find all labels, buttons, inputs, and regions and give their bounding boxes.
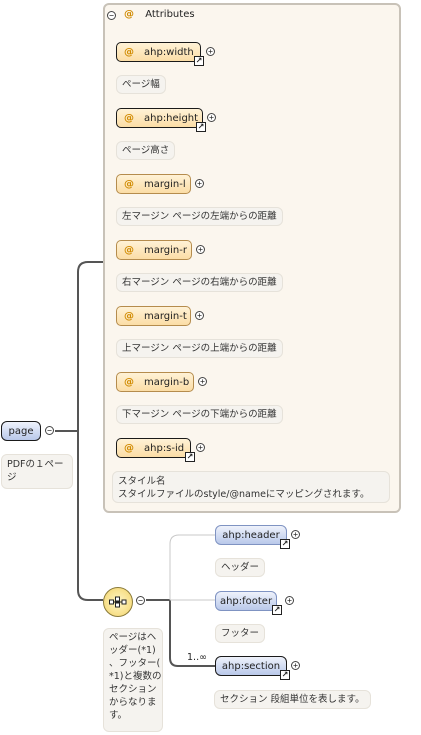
attribute-description: ページ幅: [116, 75, 166, 94]
reference-arrow-icon: ↗: [185, 452, 195, 462]
attribute-description: 上マージン ページの上端からの距離: [116, 339, 283, 358]
attribute-margin-l[interactable]: @ margin-l: [116, 174, 191, 194]
attributes-title: @ Attributes: [124, 9, 195, 20]
plus-circle-icon[interactable]: +: [291, 661, 300, 670]
element-page[interactable]: page: [1, 421, 41, 441]
reference-arrow-icon: ↗: [280, 539, 290, 549]
attribute-icon: @: [124, 442, 134, 454]
attribute-ahp-height[interactable]: @ ahp:height: [116, 108, 203, 128]
plus-circle-icon[interactable]: +: [195, 311, 204, 320]
element-ahp-section[interactable]: ahp:section: [215, 656, 287, 676]
attribute-icon: @: [124, 376, 134, 388]
minus-circle-icon[interactable]: −: [107, 11, 116, 20]
attribute-icon: @: [124, 46, 134, 58]
plus-circle-icon[interactable]: +: [195, 179, 204, 188]
plus-circle-icon[interactable]: +: [291, 530, 300, 539]
sequence-compositor-icon[interactable]: [103, 587, 133, 617]
reference-arrow-icon: ↗: [272, 605, 282, 615]
plus-circle-icon[interactable]: +: [206, 47, 215, 56]
attribute-ahp-width[interactable]: @ ahp:width: [116, 42, 201, 62]
attributes-label: Attributes: [145, 9, 195, 20]
plus-circle-icon[interactable]: +: [196, 245, 205, 254]
attribute-description: 下マージン ページの下端からの距離: [116, 405, 283, 424]
attribute-icon: @: [124, 310, 134, 322]
element-description: PDFの１ペー ジ: [1, 454, 73, 489]
element-ahp-header[interactable]: ahp:header: [215, 525, 287, 545]
reference-arrow-icon: ↗: [196, 122, 206, 132]
element-description: ヘッダー: [215, 558, 266, 577]
element-description: フッター: [215, 624, 266, 643]
attribute-description: 左マージン ページの左端からの距離: [116, 207, 283, 226]
attribute-ahp-s-id[interactable]: @ ahp:s-id: [116, 438, 191, 458]
minus-circle-icon[interactable]: −: [45, 426, 54, 435]
element-description: セクション 段組単位を表します。: [214, 690, 371, 709]
attribute-margin-r[interactable]: @ margin-r: [116, 240, 192, 260]
minus-circle-icon[interactable]: −: [136, 596, 145, 605]
reference-arrow-icon: ↗: [280, 670, 290, 680]
sequence-description: ページはヘ ッダー(*1) 、フッター( *1)と複数の セクション からなりま…: [103, 628, 163, 732]
attribute-icon: @: [124, 178, 134, 190]
sequence-glyph: [109, 596, 127, 608]
attribute-margin-b[interactable]: @ margin-b: [116, 372, 194, 392]
attribute-description: ページ高さ: [116, 141, 176, 160]
plus-circle-icon[interactable]: +: [285, 596, 294, 605]
reference-arrow-icon: ↗: [194, 56, 204, 66]
element-ahp-footer[interactable]: ahp:footer: [215, 591, 277, 611]
attribute-margin-t[interactable]: @ margin-t: [116, 306, 191, 326]
cardinality-label: 1..∞: [187, 652, 207, 663]
plus-circle-icon[interactable]: +: [198, 377, 207, 386]
attribute-icon: @: [124, 244, 134, 256]
plus-circle-icon[interactable]: +: [196, 443, 205, 452]
plus-circle-icon[interactable]: +: [207, 113, 216, 122]
attribute-icon: @: [124, 112, 134, 124]
attribute-description: 右マージン ページの右端からの距離: [116, 273, 283, 292]
attribute-description: スタイル名 スタイルファイルのstyle/@nameにマッピングされます。: [112, 471, 390, 503]
